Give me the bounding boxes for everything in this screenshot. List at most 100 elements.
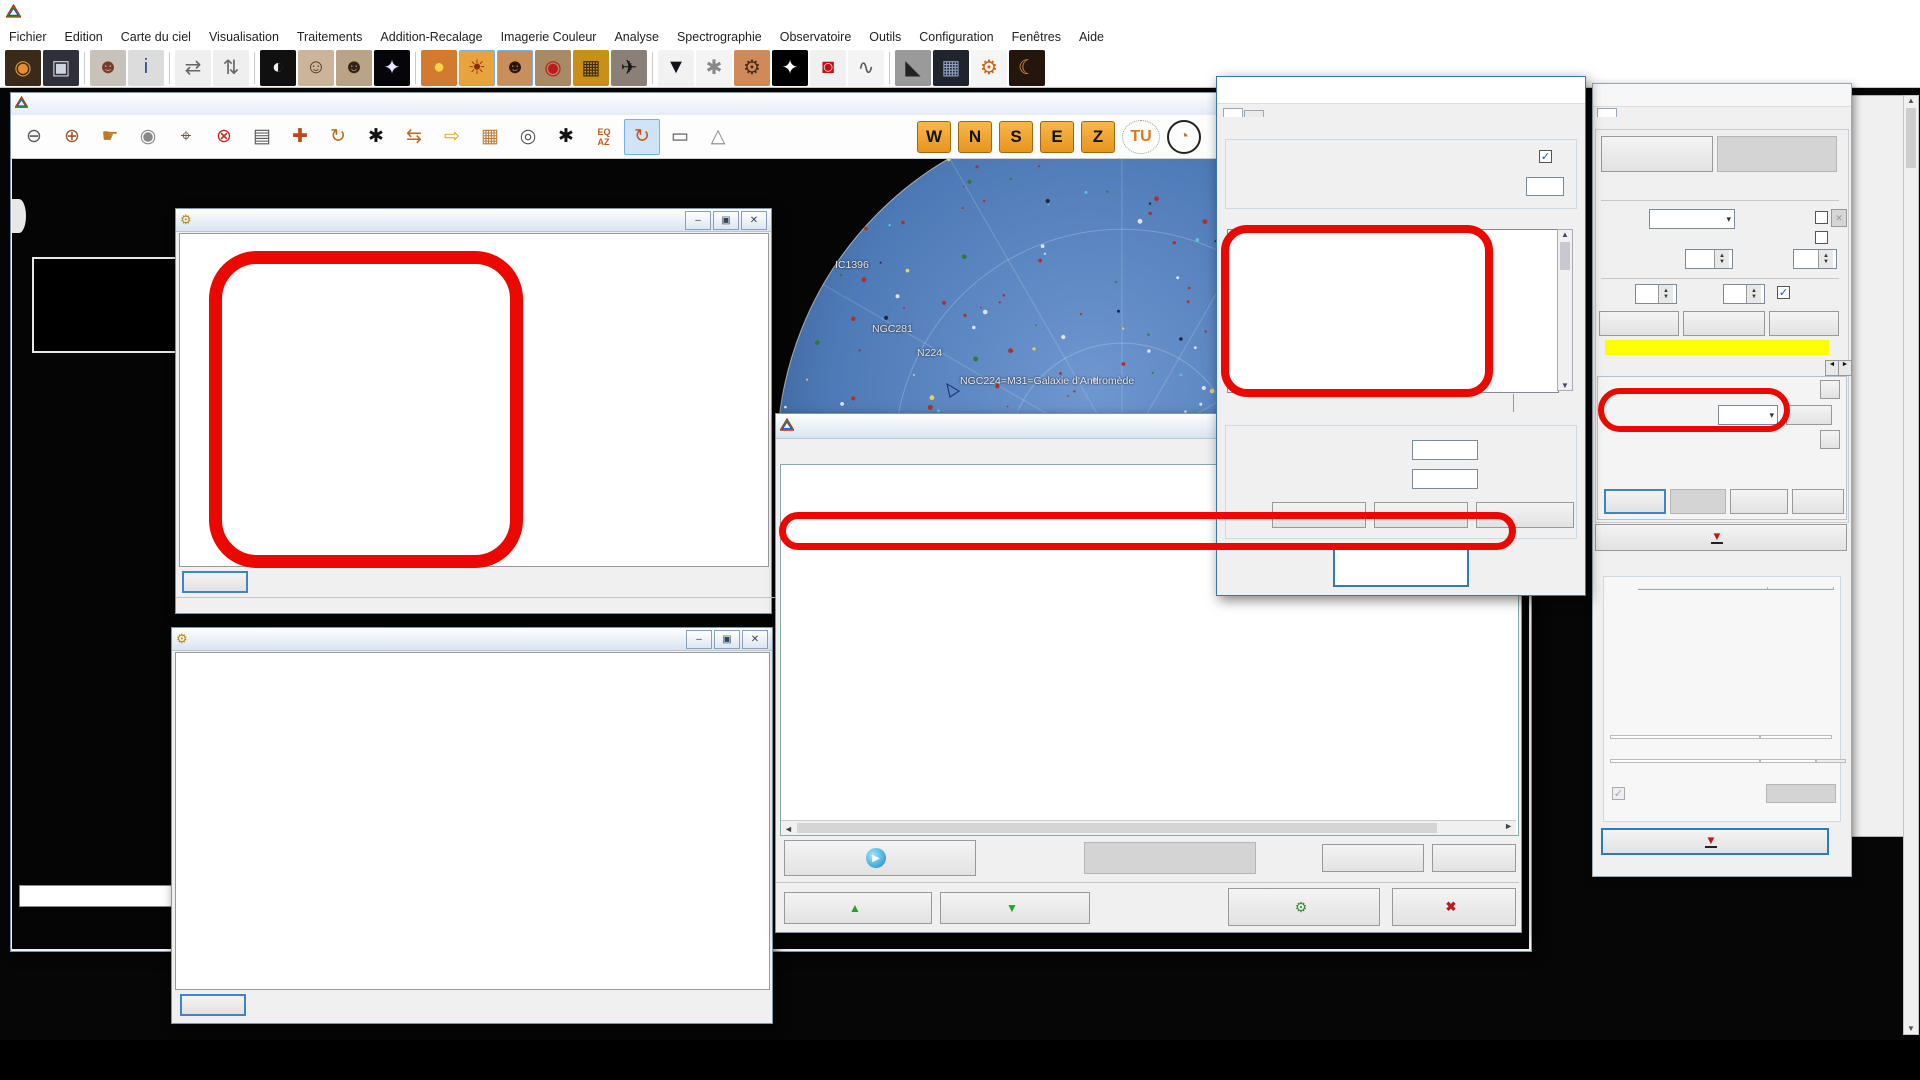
- apply-temp-button[interactable]: [1786, 405, 1832, 425]
- loop-cancel-icon[interactable]: ✕: [1831, 209, 1847, 227]
- tab-qsi-583ws[interactable]: [1597, 108, 1617, 117]
- minimize-button[interactable]: [1818, 1, 1852, 25]
- loop-checkbox[interactable]: [1815, 211, 1828, 224]
- zoom-in-icon[interactable]: ⊕: [54, 119, 90, 155]
- menu-edition[interactable]: Edition: [56, 28, 112, 46]
- never-exceed-checkbox[interactable]: ✓: [1539, 150, 1552, 163]
- add-step-button[interactable]: [1374, 502, 1468, 528]
- max-power-input[interactable]: [1526, 177, 1564, 196]
- clear-step-button[interactable]: [1272, 502, 1366, 528]
- power-reglages-button[interactable]: [180, 994, 246, 1016]
- temperature-window-titlebar[interactable]: ⚙ – ▣ ✕: [176, 209, 771, 232]
- abort-exposure-button[interactable]: [1717, 136, 1837, 172]
- ephemeris-table-icon[interactable]: ▦: [472, 119, 508, 155]
- exp-select[interactable]: ▾: [1649, 209, 1735, 229]
- menu-traitements[interactable]: Traitements: [288, 28, 372, 46]
- biny-spinner[interactable]: ▲▼: [1723, 284, 1765, 304]
- galaxy-icon[interactable]: ✦: [374, 50, 410, 86]
- menu-fichier[interactable]: Fichier: [0, 28, 56, 46]
- maximize-button[interactable]: [1852, 1, 1886, 25]
- curve-icon[interactable]: ∿: [848, 50, 884, 86]
- users-icon[interactable]: ☻: [90, 50, 126, 86]
- qsi-panel-title[interactable]: [1593, 84, 1851, 107]
- log-horizontal-scrollbar[interactable]: ◄ ►: [781, 820, 1516, 835]
- close-button[interactable]: [1886, 1, 1920, 25]
- tools-planet-icon[interactable]: ⚙: [734, 50, 770, 86]
- right-scrollbar[interactable]: ▲ ▼: [1903, 95, 1919, 1035]
- spinner-arrows-icon[interactable]: ▲▼: [1658, 285, 1673, 303]
- menu-imagerie-couleur[interactable]: Imagerie Couleur: [492, 28, 606, 46]
- target-temp-input[interactable]: [1412, 440, 1478, 460]
- rotate-sync-icon[interactable]: ↻: [624, 119, 660, 155]
- menu-visualisation[interactable]: Visualisation: [200, 28, 288, 46]
- menu-addition-recalage[interactable]: Addition-Recalage: [371, 28, 491, 46]
- scrollbar-thumb[interactable]: [1560, 242, 1570, 270]
- ramp-up-button[interactable]: [1792, 489, 1844, 514]
- binoculars-icon[interactable]: ⌖: [168, 119, 204, 155]
- link-bin-checkbox[interactable]: ✓: [1777, 286, 1790, 299]
- done-button[interactable]: [1333, 547, 1469, 587]
- step-arrow-icon[interactable]: ⇨: [434, 119, 470, 155]
- web-icon[interactable]: ✱: [696, 50, 732, 86]
- camera-minimize-button[interactable]: ▼: [1595, 524, 1847, 551]
- sphere-icon[interactable]: ◉: [130, 119, 166, 155]
- tab-descente[interactable]: [1223, 108, 1243, 117]
- stop-button[interactable]: [1084, 842, 1256, 874]
- mount-icon[interactable]: ◣: [895, 50, 931, 86]
- rotate-icon[interactable]: ↻: [320, 119, 356, 155]
- table-scrollbar[interactable]: ▲ ▼: [1557, 229, 1573, 391]
- filter-minimize-button[interactable]: ▼: [1601, 828, 1829, 855]
- scroll-right-icon[interactable]: ►: [1504, 821, 1513, 831]
- loop-infinite-checkbox[interactable]: [1815, 231, 1828, 244]
- drop-icon[interactable]: ▼: [658, 50, 694, 86]
- sort-icon[interactable]: ⇅: [213, 50, 249, 86]
- update-step-button[interactable]: [1476, 502, 1574, 528]
- sequence-button[interactable]: [1769, 311, 1839, 336]
- scroll-down-icon[interactable]: ▼: [1904, 1024, 1918, 1033]
- panel-icon[interactable]: ▦: [933, 50, 969, 86]
- sync-focus-checkbox[interactable]: ✓: [1612, 787, 1625, 800]
- moon-phase-handle-icon[interactable]: [12, 199, 26, 233]
- minimize-icon[interactable]: –: [685, 211, 711, 230]
- menu-outils[interactable]: Outils: [860, 28, 910, 46]
- minimize-icon[interactable]: –: [686, 630, 712, 649]
- scroll-up-icon[interactable]: ▲: [1558, 230, 1572, 239]
- edit-ramp-button[interactable]: [1604, 489, 1666, 514]
- compass-s-button[interactable]: S: [999, 121, 1033, 153]
- camera2-icon[interactable]: ◉: [535, 50, 571, 86]
- gear-sun-icon[interactable]: ⚙: [971, 50, 1007, 86]
- clock-button[interactable]: ◔: [1167, 120, 1201, 154]
- save-config-button[interactable]: ▼: [940, 892, 1090, 924]
- menu-configuration[interactable]: Configuration: [910, 28, 1002, 46]
- maximize-icon[interactable]: ▣: [714, 630, 740, 649]
- cancel-icon[interactable]: ⊗: [206, 119, 242, 155]
- tab-scroll-right-icon[interactable]: ►: [1838, 360, 1852, 376]
- select-region-icon[interactable]: ▭: [662, 119, 698, 155]
- load-config-button[interactable]: ▲: [784, 892, 932, 924]
- foc-save-button[interactable]: [1766, 784, 1836, 803]
- starfield-icon[interactable]: ✦: [772, 50, 808, 86]
- ref-filter-value[interactable]: [1760, 735, 1832, 739]
- scrollbar-thumb[interactable]: [1906, 108, 1916, 168]
- ramp-down-button[interactable]: [1730, 489, 1788, 514]
- camera-icon[interactable]: ◉: [5, 50, 41, 86]
- dome-icon[interactable]: ▦: [573, 50, 609, 86]
- go-button[interactable]: ▶: [784, 840, 976, 876]
- head-tool-icon[interactable]: ☻: [497, 50, 533, 86]
- center2-icon[interactable]: ✱: [548, 119, 584, 155]
- compass-n-button[interactable]: N: [958, 121, 992, 153]
- descent-table[interactable]: [1227, 229, 1559, 393]
- required-temp-select[interactable]: ▾: [1718, 405, 1778, 425]
- menu-fen-tres[interactable]: Fenêtres: [1003, 28, 1070, 46]
- scroll-down-icon[interactable]: ▼: [1558, 381, 1572, 390]
- compass-e-button[interactable]: E: [1040, 121, 1074, 153]
- delay-spinner[interactable]: ▲▼: [1793, 249, 1837, 269]
- zoom-out-icon[interactable]: ⊖: [16, 119, 52, 155]
- spinner-arrows-icon[interactable]: ▲▼: [1746, 285, 1761, 303]
- flip-icon[interactable]: ⇆: [396, 119, 432, 155]
- dialog-titlebar[interactable]: [1217, 77, 1585, 104]
- close-icon[interactable]: ✕: [742, 630, 768, 649]
- sun-tool-icon[interactable]: ☀: [459, 50, 495, 86]
- telescope-icon[interactable]: ✈: [611, 50, 647, 86]
- menu-analyse[interactable]: Analyse: [605, 28, 667, 46]
